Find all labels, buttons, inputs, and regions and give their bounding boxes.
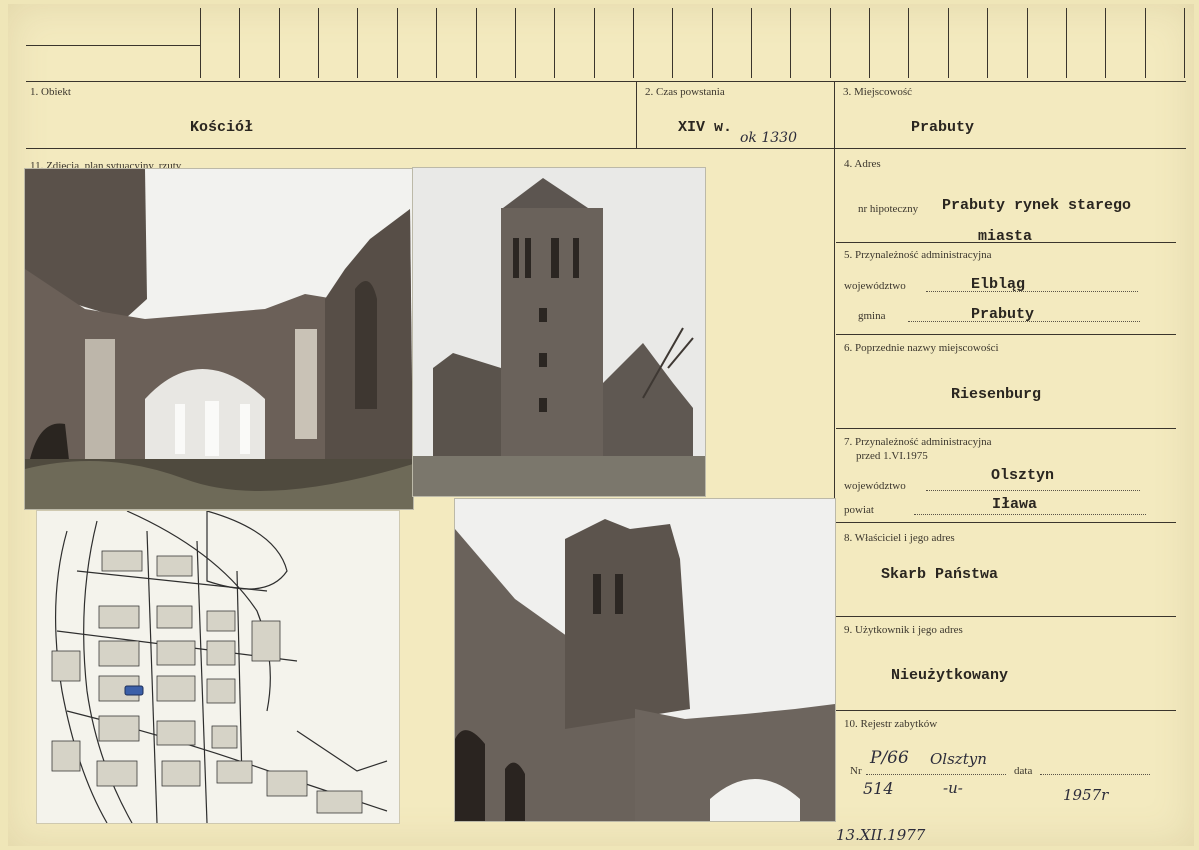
section5-bottom xyxy=(836,334,1176,335)
time-handwritten: ok 1330 xyxy=(740,130,797,146)
voivodeship2-value: Olsztyn xyxy=(991,467,1055,484)
top-strip-divider xyxy=(672,8,674,78)
photo-tower-interior xyxy=(454,498,836,822)
register-hand-number: 514 xyxy=(863,779,894,798)
top-strip-divider xyxy=(554,8,556,78)
gmina-label: gmina xyxy=(858,310,886,322)
voivodeship2-dots xyxy=(926,490,1140,491)
photo-tower-interior-image xyxy=(455,499,835,821)
top-strip-divider xyxy=(396,8,398,78)
photo-interior-ruins-image xyxy=(25,169,413,509)
top-strip-divider xyxy=(790,8,792,78)
top-strip-divider xyxy=(200,8,201,78)
data-dots xyxy=(1040,774,1150,775)
section9-bottom xyxy=(836,710,1176,711)
top-strip-divider xyxy=(947,8,949,78)
place-value: Prabuty xyxy=(911,119,975,136)
top-strip-divider xyxy=(829,8,831,78)
object-value: Kościół xyxy=(190,119,254,136)
address-label: 4. Adres xyxy=(844,158,881,170)
top-strip-divider xyxy=(357,8,359,78)
register-hand-nr: P/66 xyxy=(870,748,909,768)
powiat-value: Iława xyxy=(992,496,1038,513)
powiat-dots xyxy=(914,514,1146,515)
top-strip-divider xyxy=(318,8,320,78)
top-strip-divider xyxy=(908,8,910,78)
top-strip-line xyxy=(26,45,201,46)
place-label: 3. Miejscowość xyxy=(843,86,913,98)
address-line1: Prabuty rynek starego xyxy=(942,197,1132,214)
previous-names-label: 6. Poprzednie nazwy miejscowości xyxy=(844,342,999,354)
top-strip-divider xyxy=(751,8,753,78)
section8-bottom xyxy=(836,616,1176,617)
section6-bottom xyxy=(836,428,1176,429)
powiat-label: powiat xyxy=(844,504,874,516)
user-label: 9. Użytkownik i jego adres xyxy=(844,624,963,636)
top-strip-divider xyxy=(869,8,871,78)
nr-dots xyxy=(866,774,1006,775)
object-label: 1. Obiekt xyxy=(30,86,71,98)
voivodeship-dots xyxy=(926,291,1138,292)
photo-interior-ruins xyxy=(24,168,414,510)
admin-label: 5. Przynależność administracyjna xyxy=(844,249,992,261)
top-strip-divider xyxy=(1065,8,1067,78)
row1-bottom xyxy=(26,148,1186,149)
admin-before-sub: przed 1.VI.1975 xyxy=(856,450,928,462)
top-strip-divider xyxy=(1144,8,1146,78)
top-strip-divider xyxy=(1026,8,1028,78)
voivodeship-label: województwo xyxy=(844,280,906,292)
photo-tower-exterior xyxy=(412,167,706,497)
register-hand-city: Olsztyn xyxy=(930,750,987,768)
footer-date: 13.XII.1977 xyxy=(836,826,926,844)
register-hand-year: 1957r xyxy=(1063,786,1109,804)
section7-bottom xyxy=(836,522,1176,523)
top-strip-divider xyxy=(514,8,516,78)
record-card: 1. Obiekt Kościół 2. Czas powstania XIV … xyxy=(8,4,1194,846)
data-label: data xyxy=(1014,765,1033,777)
user-value: Nieużytkowany xyxy=(891,667,1009,684)
mortgage-label: nr hipoteczny xyxy=(858,203,919,215)
owner-value: Skarb Państwa xyxy=(881,566,999,583)
gmina-value: Prabuty xyxy=(971,306,1035,323)
row1-divider-1 xyxy=(636,82,637,148)
top-strip-divider xyxy=(593,8,595,78)
previous-names-value: Riesenburg xyxy=(951,386,1042,403)
site-map-image xyxy=(37,511,399,823)
top-strip-divider xyxy=(632,8,634,78)
register-hand-ditto: -u- xyxy=(943,779,963,797)
nr-label: Nr xyxy=(850,765,862,777)
section4-bottom xyxy=(836,242,1176,243)
voivodeship-value: Elbląg xyxy=(971,276,1026,293)
register-label: 10. Rejestr zabytków xyxy=(844,718,938,730)
top-strip-divider xyxy=(711,8,713,78)
owner-label: 8. Właściciel i jego adres xyxy=(844,532,955,544)
top-strip-divider xyxy=(475,8,477,78)
top-strip-bottom xyxy=(26,81,1186,82)
time-label: 2. Czas powstania xyxy=(645,86,725,98)
photo-tower-exterior-image xyxy=(413,168,705,496)
top-strip-divider xyxy=(278,8,280,78)
site-map xyxy=(36,510,400,824)
voivodeship2-label: województwo xyxy=(844,480,906,492)
top-strip-divider xyxy=(436,8,438,78)
top-strip-divider xyxy=(239,8,241,78)
row1-divider-2 xyxy=(834,82,835,148)
top-strip-divider xyxy=(987,8,989,78)
top-strip-divider xyxy=(1184,8,1185,78)
top-strip-divider xyxy=(1105,8,1107,78)
admin-before-label: 7. Przynależność administracyjna xyxy=(844,436,992,448)
time-value: XIV w. xyxy=(678,119,733,136)
